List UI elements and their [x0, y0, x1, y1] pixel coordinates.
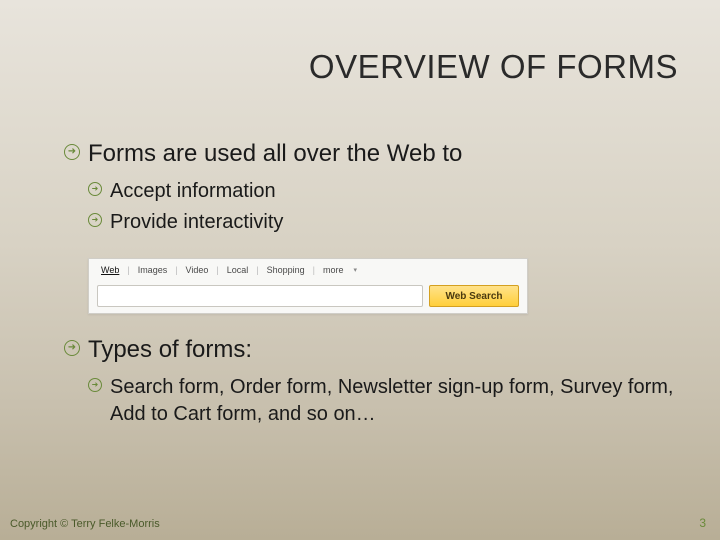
slide-body: ➜ Forms are used all over the Web to ➜ A…	[64, 140, 678, 432]
tab-shopping: Shopping	[265, 265, 307, 275]
tab-separator: |	[127, 265, 129, 275]
tab-more: more	[321, 265, 346, 275]
bullet-sub-1a-text: Accept information	[110, 180, 276, 202]
tab-local: Local	[225, 265, 251, 275]
bullet-main-1: ➜ Forms are used all over the Web to	[64, 140, 678, 168]
search-input-row: Web Search	[97, 285, 519, 307]
bullet-marker-icon: ➜	[64, 144, 80, 160]
bullet-sub-2a-text: Search form, Order form, Newsletter sign…	[110, 376, 674, 425]
tab-separator: |	[175, 265, 177, 275]
bullet-sub-1b-text: Provide interactivity	[110, 211, 283, 233]
search-widget-illustration: Web | Images | Video | Local | Shopping …	[88, 258, 528, 314]
web-search-button-label: Web Search	[445, 291, 502, 302]
tab-separator: |	[313, 265, 315, 275]
section-2: ➜ Types of forms: ➜ Search form, Order f…	[64, 336, 678, 428]
bullet-main-1-text: Forms are used all over the Web to	[88, 140, 462, 167]
search-input	[97, 285, 423, 307]
bullet-sub-2a: ➜ Search form, Order form, Newsletter si…	[88, 374, 678, 428]
slide-title: OVERVIEW OF FORMS	[309, 48, 678, 86]
bullet-marker-icon: ➜	[88, 378, 102, 392]
web-search-button: Web Search	[429, 285, 519, 307]
bullet-marker-icon: ➜	[64, 340, 80, 356]
tab-video: Video	[184, 265, 211, 275]
copyright-footer: Copyright © Terry Felke-Morris	[10, 518, 160, 530]
tab-images: Images	[136, 265, 170, 275]
tab-separator: |	[216, 265, 218, 275]
page-number: 3	[699, 516, 706, 530]
tab-web: Web	[99, 265, 121, 275]
bullet-main-2: ➜ Types of forms:	[64, 336, 678, 364]
bullet-sub-1b: ➜ Provide interactivity	[88, 209, 678, 236]
search-tabs-row: Web | Images | Video | Local | Shopping …	[99, 265, 357, 275]
chevron-down-icon: ▾	[354, 266, 358, 274]
bullet-marker-icon: ➜	[88, 213, 102, 227]
bullet-marker-icon: ➜	[88, 182, 102, 196]
bullet-main-2-text: Types of forms:	[88, 336, 252, 363]
bullet-sub-1a: ➜ Accept information	[88, 178, 678, 205]
tab-separator: |	[256, 265, 258, 275]
